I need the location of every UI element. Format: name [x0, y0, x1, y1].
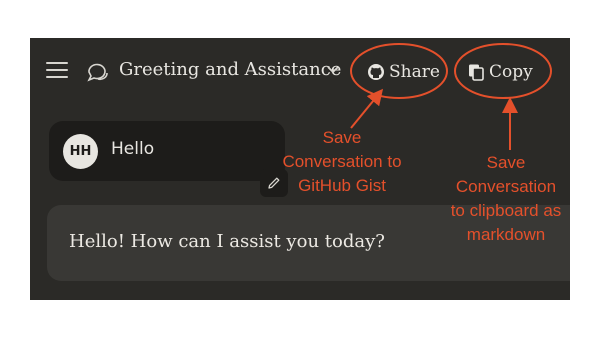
user-message-bubble: HH Hello [49, 121, 285, 181]
copy-icon [469, 64, 484, 81]
share-annotation: Save Conversation to GitHub Gist [264, 126, 420, 198]
user-message-text: Hello [111, 139, 155, 159]
share-button[interactable]: Share [367, 60, 440, 84]
user-avatar: HH [63, 134, 98, 169]
assistant-message-text: Hello! How can I assist you today? [69, 231, 385, 252]
menu-icon[interactable] [46, 62, 68, 80]
share-annotation-line: GitHub Gist [298, 176, 386, 195]
share-annotation-line: Save [322, 128, 362, 147]
conversation-title[interactable]: Greeting and Assistance [119, 59, 341, 80]
copy-annotation: Save Conversation to clipboard as markdo… [436, 151, 576, 247]
copy-button[interactable]: Copy [467, 60, 533, 84]
copy-annotation-line: markdown [466, 225, 546, 244]
copy-label: Copy [489, 62, 533, 82]
chevron-down-icon[interactable] [326, 65, 340, 75]
copy-annotation-line: Conversation [455, 177, 557, 196]
copy-annotation-line: Save [486, 153, 526, 172]
copy-annotation-line: to clipboard as [450, 201, 562, 220]
share-label: Share [389, 62, 440, 82]
share-annotation-line: Conversation to [282, 152, 402, 171]
github-icon [368, 64, 384, 80]
chat-icon [87, 63, 108, 82]
